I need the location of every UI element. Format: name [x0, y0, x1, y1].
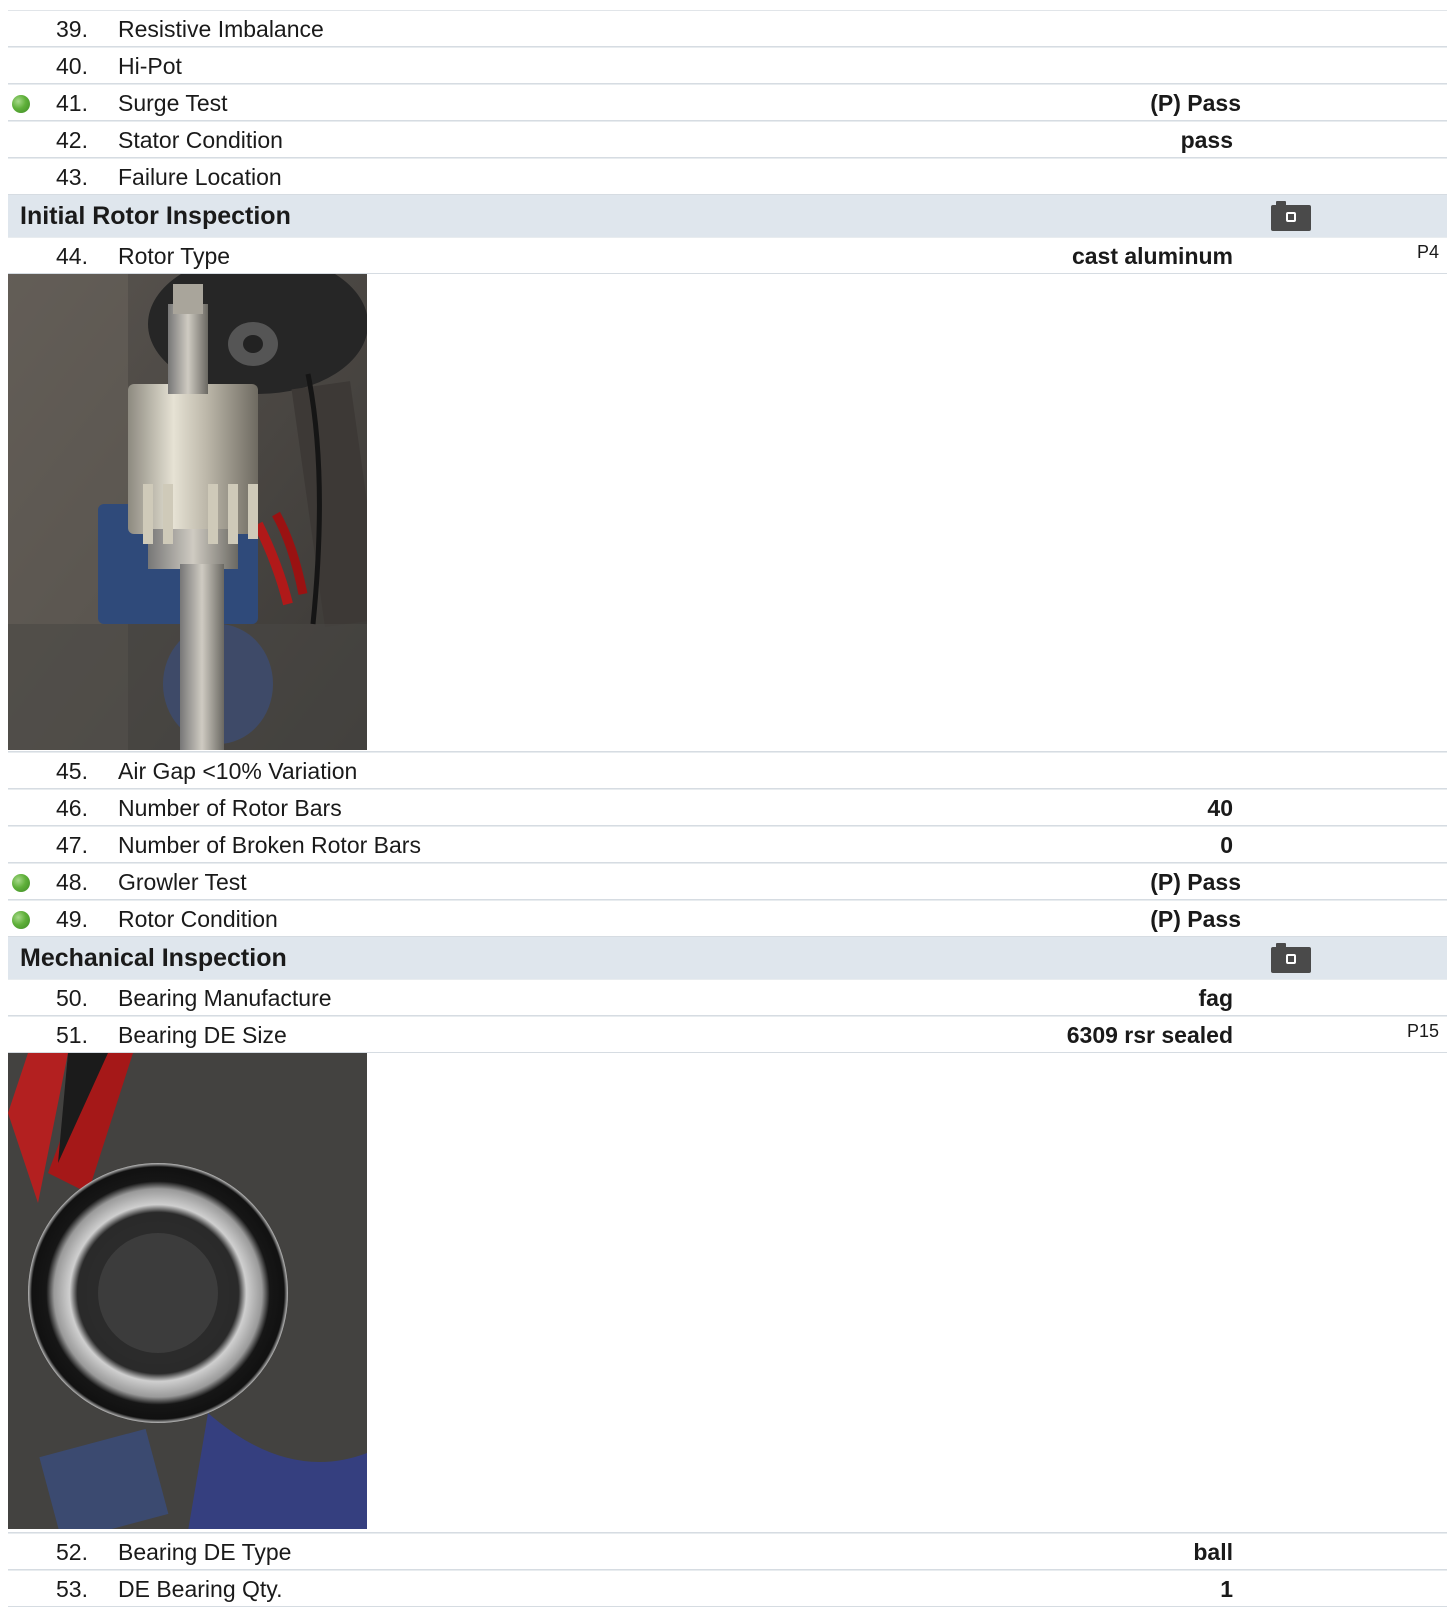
item-value: fag	[1198, 985, 1234, 1011]
item-label: Number of Broken Rotor Bars	[118, 832, 421, 858]
item-number: 39.	[56, 16, 88, 42]
item-value: ball	[1193, 1539, 1233, 1565]
item-value: cast aluminum	[1071, 243, 1233, 269]
item-label: Hi-Pot	[118, 53, 182, 79]
pass-status-icon	[12, 911, 30, 929]
row-rotor-type: 44. Rotor Type cast aluminum P4	[8, 237, 1447, 274]
item-label: Bearing DE Type	[118, 1539, 292, 1565]
pass-status-icon	[12, 95, 30, 113]
item-value: 0	[1220, 832, 1233, 858]
item-number: 42.	[56, 127, 88, 153]
item-value: pass	[1180, 127, 1233, 153]
item-label: Bearing Manufacture	[118, 985, 332, 1011]
item-label: Growler Test	[118, 869, 247, 895]
row-hi-pot: 40. Hi-Pot	[8, 47, 1447, 84]
item-label: Failure Location	[118, 164, 282, 190]
item-number: 44.	[56, 243, 88, 269]
item-value: 6309 rsr sealed	[1066, 1022, 1233, 1048]
row-resistive-imbalance: 39. Resistive Imbalance	[8, 10, 1447, 47]
item-label: Number of Rotor Bars	[118, 795, 342, 821]
photo-row-rotor	[8, 274, 1447, 752]
item-number: 49.	[56, 906, 88, 932]
row-surge-test: 41. Surge Test (P) Pass	[8, 84, 1447, 121]
photo-row-bearing	[8, 1053, 1447, 1533]
row-rotor-condition: 49. Rotor Condition (P) Pass	[8, 900, 1447, 937]
item-value: (P) Pass	[1150, 906, 1241, 932]
item-number: 40.	[56, 53, 88, 79]
photo-reference: P4	[1416, 242, 1439, 262]
camera-icon[interactable]	[1271, 943, 1311, 973]
inspection-sheet: 39. Resistive Imbalance 40. Hi-Pot 41. S…	[8, 10, 1447, 1607]
item-number: 45.	[56, 758, 88, 784]
item-label: DE Bearing Qty.	[118, 1576, 283, 1602]
bearing-photo[interactable]	[8, 1053, 367, 1529]
photo-reference: P15	[1406, 1021, 1439, 1041]
rotor-photo[interactable]	[8, 274, 367, 750]
item-number: 41.	[56, 90, 88, 116]
item-value: (P) Pass	[1150, 90, 1241, 116]
item-label: Rotor Type	[118, 243, 231, 269]
section-title: Mechanical Inspection	[20, 944, 287, 972]
item-number: 50.	[56, 985, 88, 1011]
section-initial-rotor-inspection: Initial Rotor Inspection	[8, 195, 1447, 237]
item-label: Stator Condition	[118, 127, 283, 153]
row-rotor-bars: 46. Number of Rotor Bars 40	[8, 789, 1447, 826]
row-growler-test: 48. Growler Test (P) Pass	[8, 863, 1447, 900]
camera-icon[interactable]	[1271, 201, 1311, 231]
item-value: 40	[1207, 795, 1233, 821]
item-number: 51.	[56, 1022, 88, 1048]
row-air-gap: 45. Air Gap <10% Variation	[8, 752, 1447, 789]
item-number: 43.	[56, 164, 88, 190]
item-label: Air Gap <10% Variation	[118, 758, 358, 784]
row-de-bearing-qty: 53. DE Bearing Qty. 1	[8, 1570, 1447, 1607]
item-number: 47.	[56, 832, 88, 858]
pass-status-icon	[12, 874, 30, 892]
item-label: Surge Test	[118, 90, 228, 116]
row-bearing-de-type: 52. Bearing DE Type ball	[8, 1533, 1447, 1570]
section-title: Initial Rotor Inspection	[20, 202, 291, 230]
item-label: Rotor Condition	[118, 906, 278, 932]
item-number: 53.	[56, 1576, 88, 1602]
row-broken-rotor-bars: 47. Number of Broken Rotor Bars 0	[8, 826, 1447, 863]
item-value: (P) Pass	[1150, 869, 1241, 895]
item-value: 1	[1220, 1576, 1233, 1602]
item-number: 46.	[56, 795, 88, 821]
item-number: 52.	[56, 1539, 88, 1565]
row-bearing-de-size: 51. Bearing DE Size 6309 rsr sealed P15	[8, 1016, 1447, 1053]
row-bearing-manufacture: 50. Bearing Manufacture fag	[8, 979, 1447, 1016]
row-failure-location: 43. Failure Location	[8, 158, 1447, 195]
row-stator-condition: 42. Stator Condition pass	[8, 121, 1447, 158]
item-label: Bearing DE Size	[118, 1022, 287, 1048]
section-mechanical-inspection: Mechanical Inspection	[8, 937, 1447, 979]
item-number: 48.	[56, 869, 88, 895]
item-label: Resistive Imbalance	[118, 16, 324, 42]
